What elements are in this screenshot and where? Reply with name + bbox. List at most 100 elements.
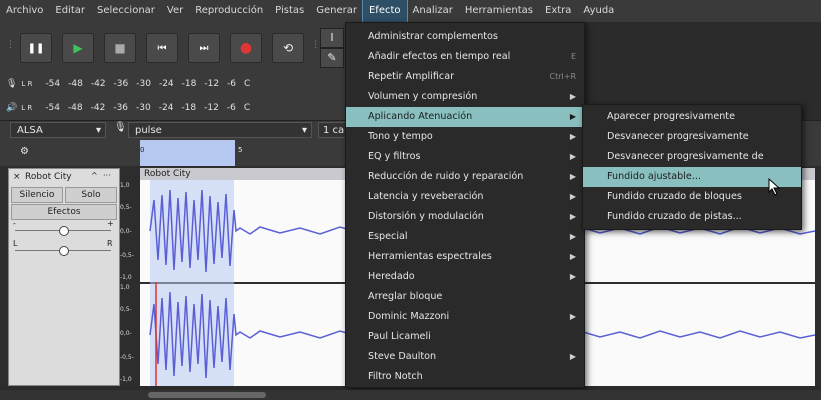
menu-item-dominic-mazzoni[interactable]: Dominic Mazzoni ▶ [346, 307, 584, 327]
skip-start-icon: ⏮ [157, 42, 167, 54]
menu-item-label: Distorsión y modulación [368, 211, 484, 222]
scale-label: -0,5- [120, 252, 134, 259]
record-meter[interactable]: 🎙 L R -54 -48 -42 -36 -30 -24 -18 -12 -6… [6, 74, 258, 94]
menu-item-notch-filter[interactable]: Filtro Notch [346, 367, 584, 387]
menu-archivo[interactable]: Archivo [0, 0, 49, 22]
menu-efecto[interactable]: Efecto [361, 0, 408, 23]
menu-reproduccion[interactable]: Reproducción [189, 0, 269, 22]
meter-tick: -12 [204, 103, 219, 113]
menu-editar[interactable]: Editar [49, 0, 91, 22]
menu-item-label: Tono y tempo [368, 131, 433, 142]
skip-to-end-button[interactable]: ⏭ [188, 33, 220, 63]
effects-button[interactable]: Efectos [11, 204, 117, 220]
chevron-right-icon: ▶ [569, 192, 576, 201]
input-device-value: pulse [135, 125, 162, 136]
skip-to-start-button[interactable]: ⏮ [146, 33, 178, 63]
pan-right-label: R [107, 239, 113, 248]
menu-item-label: EQ y filtros [368, 151, 421, 162]
meter-tick: C [243, 103, 251, 113]
menu-item-noise-reduction[interactable]: Reducción de ruido y reparación ▶ [346, 167, 584, 187]
submenu-item-fade-in[interactable]: Aparecer progresivamente [583, 107, 801, 127]
menu-extra[interactable]: Extra [539, 0, 577, 22]
menu-item-steve-daulton[interactable]: Steve Daulton ▶ [346, 347, 584, 367]
loop-button[interactable]: ⟲ [272, 33, 304, 63]
menu-item-label: Latencia y reveberación [368, 191, 484, 202]
menu-item-volume-compression[interactable]: Volumen y compresión ▶ [346, 87, 584, 107]
menu-item-label: Heredado [368, 271, 415, 282]
menu-item-clip-fix[interactable]: Arreglar bloque [346, 287, 584, 307]
scale-label: -0,5- [120, 354, 134, 361]
collapse-icon[interactable]: ^ [91, 171, 98, 180]
menu-seleccionar[interactable]: Seleccionar [91, 0, 161, 22]
menu-item-special[interactable]: Especial ▶ [346, 227, 584, 247]
scale-label: 1,0 [120, 182, 130, 189]
gear-icon[interactable]: ⚙ [20, 146, 29, 157]
pause-button[interactable]: ❚❚ [20, 33, 52, 63]
meter-tick: -18 [181, 79, 197, 89]
draw-tool-button[interactable]: ✎ [320, 48, 344, 68]
gain-minus-label: - [13, 219, 16, 228]
stop-button[interactable]: ■ [104, 33, 136, 63]
fading-submenu: Aparecer progresivamente Desvanecer prog… [582, 104, 802, 230]
menu-item-pitch-tempo[interactable]: Tono y tempo ▶ [346, 127, 584, 147]
submenu-item-fade-out[interactable]: Desvanecer progresivamente [583, 127, 801, 147]
submenu-item-crossfade-tracks[interactable]: Fundido cruzado de pistas... [583, 207, 801, 227]
menu-generar[interactable]: Generar [310, 0, 363, 22]
scrollbar-thumb[interactable] [148, 392, 266, 398]
menu-item-realtime-effects[interactable]: Añadir efectos en tiempo real E [346, 47, 584, 67]
menu-ver[interactable]: Ver [161, 0, 189, 22]
menu-item-paul-licameli[interactable]: Paul Licameli [346, 327, 584, 347]
scale-label: -1,0 [120, 376, 132, 383]
toolbar-grip[interactable]: ⋮ [6, 40, 15, 50]
chevron-right-icon: ▶ [569, 352, 576, 361]
track-control-panel[interactable]: × Robot City ^ ··· Silencio Solo Efectos… [8, 168, 120, 386]
menu-item-manage-plugins[interactable]: Administrar complementos [346, 27, 584, 47]
pan-slider-handle[interactable] [59, 246, 69, 256]
meter-tick: -36 [113, 79, 129, 89]
gain-slider-handle[interactable] [59, 226, 69, 236]
horizontal-scrollbar[interactable] [0, 390, 821, 400]
chevron-right-icon: ▶ [569, 172, 576, 181]
menu-analizar[interactable]: Analizar [407, 0, 459, 22]
menu-ayuda[interactable]: Ayuda [577, 0, 620, 22]
menu-item-repeat-amplify[interactable]: Repetir Amplificar Ctrl+R [346, 67, 584, 87]
meter-tick: -18 [181, 103, 197, 113]
channels-select[interactable]: 1 ca [318, 122, 346, 138]
scale-label: 0,0- [120, 330, 132, 337]
solo-button[interactable]: Solo [65, 187, 117, 203]
play-button[interactable]: ▶ [62, 33, 94, 63]
playback-meter[interactable]: 🔊 L R -54 -48 -42 -36 -30 -24 -18 -12 -6… [6, 98, 258, 118]
tools-grip[interactable]: ⋮ [311, 40, 320, 50]
record-icon: ● [239, 40, 253, 56]
meter-tick: -6 [227, 79, 237, 89]
amplitude-scale-bottom: 1,0 0,5- 0,0- -0,5- -1,0 [120, 282, 140, 386]
submenu-item-studio-fade-out[interactable]: Desvanecer progresivamente de estudio [583, 147, 801, 182]
ruler-tick-label: 5 [238, 146, 243, 154]
input-device-select[interactable]: pulse ▾ [128, 122, 312, 138]
track-name[interactable]: Robot City [25, 172, 72, 182]
menu-item-spectral-tools[interactable]: Herramientas espectrales ▶ [346, 247, 584, 267]
menu-item-label: Aplicando Atenuación [368, 111, 473, 122]
microphone-icon: 🎙 [6, 79, 18, 89]
close-icon[interactable]: × [13, 172, 21, 182]
mute-button[interactable]: Silencio [11, 187, 63, 203]
selection-tool-button[interactable]: I [320, 28, 344, 48]
more-icon[interactable]: ··· [103, 171, 111, 180]
chevron-right-icon: ▶ [569, 232, 576, 241]
chevron-right-icon: ▶ [569, 272, 576, 281]
menu-pistas[interactable]: Pistas [269, 0, 310, 22]
menubar: Archivo Editar Seleccionar Ver Reproducc… [0, 0, 821, 23]
loop-icon: ⟲ [282, 41, 294, 55]
record-button[interactable]: ● [230, 33, 262, 63]
menu-item-label: Reducción de ruido y reparación [368, 171, 524, 182]
audio-host-value: ALSA [17, 125, 43, 136]
menu-item-distortion-modulation[interactable]: Distorsión y modulación ▶ [346, 207, 584, 227]
menu-item-delay-reverb[interactable]: Latencia y reveberación ▶ [346, 187, 584, 207]
audio-host-select[interactable]: ALSA ▾ [10, 122, 106, 138]
menu-item-fading[interactable]: Aplicando Atenuación ▶ [346, 107, 584, 127]
menu-item-label: Filtro Notch [368, 371, 423, 382]
menu-herramientas[interactable]: Herramientas [459, 0, 539, 22]
meter-tick: -30 [136, 79, 151, 89]
menu-item-legacy[interactable]: Heredado ▶ [346, 267, 584, 287]
menu-item-eq-filters[interactable]: EQ y filtros ▶ [346, 147, 584, 167]
